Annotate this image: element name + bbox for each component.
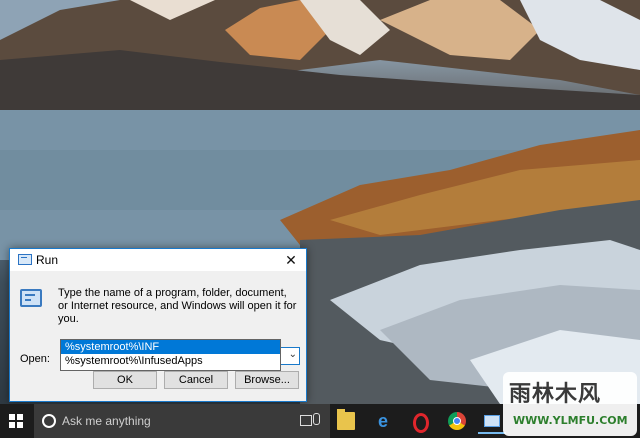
search-box[interactable]: Ask me anything [34,404,330,438]
open-label: Open: [20,353,50,365]
edge-icon[interactable]: e [374,412,392,430]
microphone-icon[interactable] [313,413,320,425]
autocomplete-item[interactable]: %systemroot%\InfusedApps [61,354,280,368]
watermark-bottom: WWW.YLMFU.COM [513,414,628,427]
watermark-logo: 雨林木风 WWW.YLMFU.COM [503,372,637,436]
run-title-bar[interactable]: Run ✕ [10,249,306,271]
search-placeholder: Ask me anything [62,414,151,428]
chrome-icon[interactable] [448,412,466,430]
run-description: Type the name of a program, folder, docu… [58,287,297,325]
run-title: Run [36,253,59,267]
cancel-button[interactable]: Cancel [164,371,228,389]
active-app-indicator [478,432,506,434]
file-explorer-icon[interactable] [337,409,355,430]
chevron-down-icon[interactable]: ⌄ [289,349,297,360]
run-app-icon [18,254,32,265]
windows-start-icon[interactable] [9,414,23,428]
close-icon[interactable]: ✕ [276,249,306,271]
run-icon[interactable] [484,415,500,427]
run-dialog: Run ✕ Type the name of a program, folder… [9,248,307,402]
browse-button[interactable]: Browse... [235,371,299,389]
cortana-icon [42,414,56,428]
ok-button[interactable]: OK [93,371,157,389]
run-body: Type the name of a program, folder, docu… [10,271,306,401]
autocomplete-item[interactable]: %systemroot%\INF [61,340,280,354]
opera-icon[interactable] [413,413,429,433]
autocomplete-list: %systemroot%\INF %systemroot%\InfusedApp… [60,339,281,371]
run-program-icon [20,289,42,307]
task-view-icon[interactable] [300,415,312,426]
watermark-top: 雨林木风 [509,382,602,407]
